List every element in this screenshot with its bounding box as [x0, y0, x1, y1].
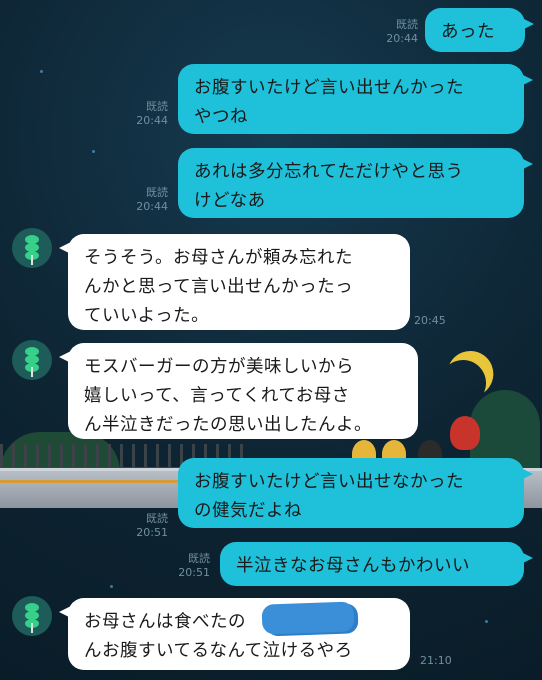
message-meta: 既読 20:44	[118, 100, 168, 128]
star-decoration	[110, 585, 113, 588]
message-meta: 既読 20:51	[160, 552, 210, 580]
message-meta: 既読 20:44	[370, 18, 418, 46]
outgoing-message[interactable]: あれは多分忘れてただけやと思う けどなあ	[178, 148, 533, 218]
read-receipt: 既読	[146, 100, 168, 113]
message-meta: 既読 20:44	[118, 186, 168, 214]
contact-avatar[interactable]	[12, 340, 52, 380]
message-time: 20:51	[178, 566, 210, 579]
dango-icon	[25, 235, 39, 265]
incoming-message[interactable]: そうそう。お母さんが頼み忘れた んかと思って言い出せんかったっ ていいよった。	[59, 234, 410, 330]
message-meta: 既読 20:51	[118, 512, 168, 540]
outgoing-message[interactable]: お腹すいたけど言い出せなかった の健気だよね	[178, 458, 533, 528]
star-decoration	[485, 620, 488, 623]
contact-avatar[interactable]	[12, 596, 52, 636]
redaction-scribble	[261, 601, 355, 635]
dango-icon	[25, 347, 39, 377]
incoming-message[interactable]: モスバーガーの方が美味しいから 嬉しいって、言ってくれてお母さ ん半泣きだったの…	[59, 343, 418, 439]
message-time: 20:51	[136, 526, 168, 539]
read-receipt: 既読	[396, 18, 418, 31]
incoming-message[interactable]: お母さんは食べたの ちゃ んお腹すいてるなんて泣けるやろ	[59, 598, 410, 670]
message-time: 21:10	[420, 654, 452, 667]
read-receipt: 既読	[146, 512, 168, 525]
message-time: 20:45	[414, 314, 446, 327]
star-decoration	[40, 70, 43, 73]
read-receipt: 既読	[146, 186, 168, 199]
message-meta: 20:45	[414, 314, 464, 328]
star-decoration	[92, 150, 95, 153]
read-receipt: 既読	[188, 552, 210, 565]
outgoing-message[interactable]: あった	[425, 8, 534, 52]
outgoing-message[interactable]: 半泣きなお母さんもかわいい	[220, 542, 533, 586]
message-meta: 21:10	[420, 654, 470, 668]
outgoing-message[interactable]: お腹すいたけど言い出せんかった やつね	[178, 64, 533, 134]
dango-icon	[25, 603, 39, 633]
message-time: 20:44	[386, 32, 418, 45]
message-time: 20:44	[136, 200, 168, 213]
character-decoration	[450, 416, 480, 450]
message-time: 20:44	[136, 114, 168, 127]
contact-avatar[interactable]	[12, 228, 52, 268]
